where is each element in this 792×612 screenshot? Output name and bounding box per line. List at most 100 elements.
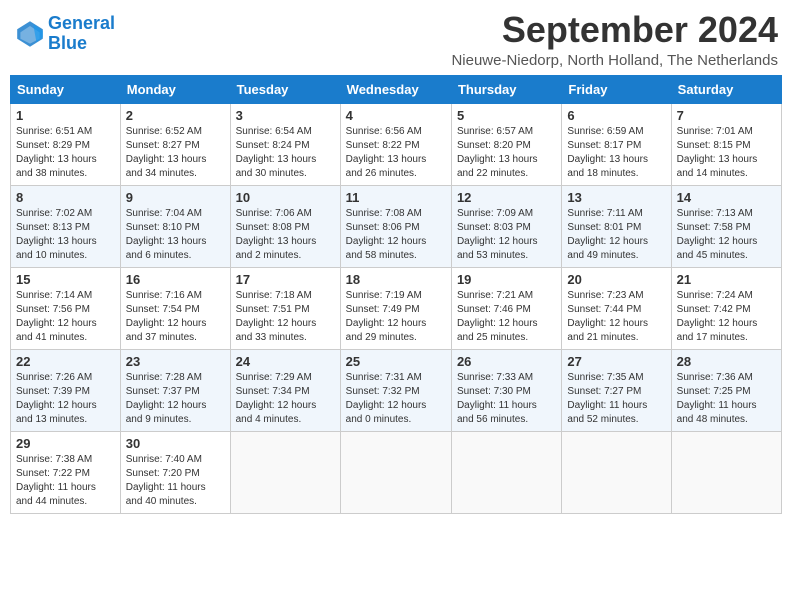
calendar-cell: 23 Sunrise: 7:28 AM Sunset: 7:37 PM Dayli…: [120, 349, 230, 431]
calendar-cell: 4 Sunrise: 6:56 AM Sunset: 8:22 PM Daylig…: [340, 103, 451, 185]
day-info: Sunrise: 7:16 AM Sunset: 7:54 PM Dayligh…: [126, 289, 225, 345]
day-info: Sunrise: 7:01 AM Sunset: 8:15 PM Dayligh…: [677, 125, 776, 181]
calendar-cell: 15 Sunrise: 7:14 AM Sunset: 7:56 PM Dayli…: [11, 267, 121, 349]
calendar-cell: 22 Sunrise: 7:26 AM Sunset: 7:39 PM Dayli…: [11, 349, 121, 431]
calendar-title: September 2024: [451, 10, 778, 50]
calendar-subtitle: Nieuwe-Niedorp, North Holland, The Nethe…: [451, 52, 778, 69]
day-number: 3: [236, 108, 335, 123]
calendar-week-2: 8 Sunrise: 7:02 AM Sunset: 8:13 PM Daylig…: [11, 185, 782, 267]
day-info: Sunrise: 7:11 AM Sunset: 8:01 PM Dayligh…: [567, 207, 665, 263]
day-number: 28: [677, 354, 776, 369]
day-number: 24: [236, 354, 335, 369]
day-info: Sunrise: 6:57 AM Sunset: 8:20 PM Dayligh…: [457, 125, 556, 181]
day-number: 5: [457, 108, 556, 123]
calendar-week-4: 22 Sunrise: 7:26 AM Sunset: 7:39 PM Dayli…: [11, 349, 782, 431]
day-info: Sunrise: 7:29 AM Sunset: 7:34 PM Dayligh…: [236, 371, 335, 427]
day-info: Sunrise: 7:21 AM Sunset: 7:46 PM Dayligh…: [457, 289, 556, 345]
day-number: 9: [126, 190, 225, 205]
day-number: 4: [346, 108, 446, 123]
calendar-cell: 17 Sunrise: 7:18 AM Sunset: 7:51 PM Dayli…: [230, 267, 340, 349]
day-number: 8: [16, 190, 115, 205]
day-info: Sunrise: 7:13 AM Sunset: 7:58 PM Dayligh…: [677, 207, 776, 263]
day-info: Sunrise: 6:54 AM Sunset: 8:24 PM Dayligh…: [236, 125, 335, 181]
logo-icon: [14, 18, 46, 50]
day-number: 6: [567, 108, 665, 123]
day-info: Sunrise: 7:02 AM Sunset: 8:13 PM Dayligh…: [16, 207, 115, 263]
day-info: Sunrise: 7:28 AM Sunset: 7:37 PM Dayligh…: [126, 371, 225, 427]
day-info: Sunrise: 7:06 AM Sunset: 8:08 PM Dayligh…: [236, 207, 335, 263]
calendar-week-3: 15 Sunrise: 7:14 AM Sunset: 7:56 PM Dayli…: [11, 267, 782, 349]
day-info: Sunrise: 7:40 AM Sunset: 7:20 PM Dayligh…: [126, 453, 225, 509]
calendar-cell: 28Sunrise: 7:36 AM Sunset: 7:25 PM Dayli…: [671, 349, 781, 431]
calendar-cell: 11 Sunrise: 7:08 AM Sunset: 8:06 PM Dayli…: [340, 185, 451, 267]
day-info: Sunrise: 7:26 AM Sunset: 7:39 PM Dayligh…: [16, 371, 115, 427]
calendar-cell: 13 Sunrise: 7:11 AM Sunset: 8:01 PM Dayli…: [562, 185, 671, 267]
col-header-thursday: Thursday: [451, 75, 561, 103]
logo: General Blue: [14, 14, 115, 54]
calendar-cell: 6 Sunrise: 6:59 AM Sunset: 8:17 PM Daylig…: [562, 103, 671, 185]
day-number: 15: [16, 272, 115, 287]
title-block: September 2024 Nieuwe-Niedorp, North Hol…: [451, 10, 778, 69]
calendar-week-5: 29Sunrise: 7:38 AM Sunset: 7:22 PM Dayli…: [11, 431, 782, 513]
day-info: Sunrise: 7:35 AM Sunset: 7:27 PM Dayligh…: [567, 371, 665, 427]
day-info: Sunrise: 7:19 AM Sunset: 7:49 PM Dayligh…: [346, 289, 446, 345]
calendar-cell: 19Sunrise: 7:21 AM Sunset: 7:46 PM Dayli…: [451, 267, 561, 349]
day-info: Sunrise: 7:31 AM Sunset: 7:32 PM Dayligh…: [346, 371, 446, 427]
calendar-cell: 24 Sunrise: 7:29 AM Sunset: 7:34 PM Dayli…: [230, 349, 340, 431]
calendar-cell: 14 Sunrise: 7:13 AM Sunset: 7:58 PM Dayli…: [671, 185, 781, 267]
day-info: Sunrise: 7:23 AM Sunset: 7:44 PM Dayligh…: [567, 289, 665, 345]
calendar-cell: 8 Sunrise: 7:02 AM Sunset: 8:13 PM Daylig…: [11, 185, 121, 267]
day-info: Sunrise: 6:59 AM Sunset: 8:17 PM Dayligh…: [567, 125, 665, 181]
calendar-cell: 12Sunrise: 7:09 AM Sunset: 8:03 PM Dayli…: [451, 185, 561, 267]
col-header-wednesday: Wednesday: [340, 75, 451, 103]
col-header-friday: Friday: [562, 75, 671, 103]
day-number: 13: [567, 190, 665, 205]
day-info: Sunrise: 7:14 AM Sunset: 7:56 PM Dayligh…: [16, 289, 115, 345]
day-number: 17: [236, 272, 335, 287]
calendar-cell: 27 Sunrise: 7:35 AM Sunset: 7:27 PM Dayli…: [562, 349, 671, 431]
calendar-cell: 3 Sunrise: 6:54 AM Sunset: 8:24 PM Daylig…: [230, 103, 340, 185]
calendar-cell: 30 Sunrise: 7:40 AM Sunset: 7:20 PM Dayli…: [120, 431, 230, 513]
day-info: Sunrise: 7:18 AM Sunset: 7:51 PM Dayligh…: [236, 289, 335, 345]
day-number: 11: [346, 190, 446, 205]
calendar-cell: [340, 431, 451, 513]
calendar-cell: 21Sunrise: 7:24 AM Sunset: 7:42 PM Dayli…: [671, 267, 781, 349]
day-info: Sunrise: 7:09 AM Sunset: 8:03 PM Dayligh…: [457, 207, 556, 263]
day-info: Sunrise: 6:56 AM Sunset: 8:22 PM Dayligh…: [346, 125, 446, 181]
day-number: 16: [126, 272, 225, 287]
day-number: 22: [16, 354, 115, 369]
day-number: 30: [126, 436, 225, 451]
calendar-cell: 9 Sunrise: 7:04 AM Sunset: 8:10 PM Daylig…: [120, 185, 230, 267]
day-info: Sunrise: 7:04 AM Sunset: 8:10 PM Dayligh…: [126, 207, 225, 263]
day-number: 26: [457, 354, 556, 369]
calendar-cell: 18 Sunrise: 7:19 AM Sunset: 7:49 PM Dayli…: [340, 267, 451, 349]
page-header: General Blue September 2024 Nieuwe-Niedo…: [10, 10, 782, 69]
calendar-table: SundayMondayTuesdayWednesdayThursdayFrid…: [10, 75, 782, 514]
calendar-header-row: SundayMondayTuesdayWednesdayThursdayFrid…: [11, 75, 782, 103]
day-number: 23: [126, 354, 225, 369]
calendar-cell: 20Sunrise: 7:23 AM Sunset: 7:44 PM Dayli…: [562, 267, 671, 349]
day-info: Sunrise: 7:33 AM Sunset: 7:30 PM Dayligh…: [457, 371, 556, 427]
calendar-cell: 7Sunrise: 7:01 AM Sunset: 8:15 PM Daylig…: [671, 103, 781, 185]
day-info: Sunrise: 7:38 AM Sunset: 7:22 PM Dayligh…: [16, 453, 115, 509]
calendar-cell: [451, 431, 561, 513]
col-header-saturday: Saturday: [671, 75, 781, 103]
calendar-cell: 25 Sunrise: 7:31 AM Sunset: 7:32 PM Dayli…: [340, 349, 451, 431]
day-number: 27: [567, 354, 665, 369]
col-header-monday: Monday: [120, 75, 230, 103]
calendar-cell: 29Sunrise: 7:38 AM Sunset: 7:22 PM Dayli…: [11, 431, 121, 513]
day-number: 18: [346, 272, 446, 287]
calendar-cell: 5 Sunrise: 6:57 AM Sunset: 8:20 PM Daylig…: [451, 103, 561, 185]
day-info: Sunrise: 7:24 AM Sunset: 7:42 PM Dayligh…: [677, 289, 776, 345]
logo-text: General Blue: [48, 14, 115, 54]
calendar-cell: [230, 431, 340, 513]
day-info: Sunrise: 7:08 AM Sunset: 8:06 PM Dayligh…: [346, 207, 446, 263]
calendar-cell: 26 Sunrise: 7:33 AM Sunset: 7:30 PM Dayli…: [451, 349, 561, 431]
calendar-cell: [671, 431, 781, 513]
day-info: Sunrise: 6:52 AM Sunset: 8:27 PM Dayligh…: [126, 125, 225, 181]
day-number: 25: [346, 354, 446, 369]
day-info: Sunrise: 6:51 AM Sunset: 8:29 PM Dayligh…: [16, 125, 115, 181]
calendar-cell: 2Sunrise: 6:52 AM Sunset: 8:27 PM Daylig…: [120, 103, 230, 185]
calendar-cell: 16 Sunrise: 7:16 AM Sunset: 7:54 PM Dayli…: [120, 267, 230, 349]
day-number: 14: [677, 190, 776, 205]
